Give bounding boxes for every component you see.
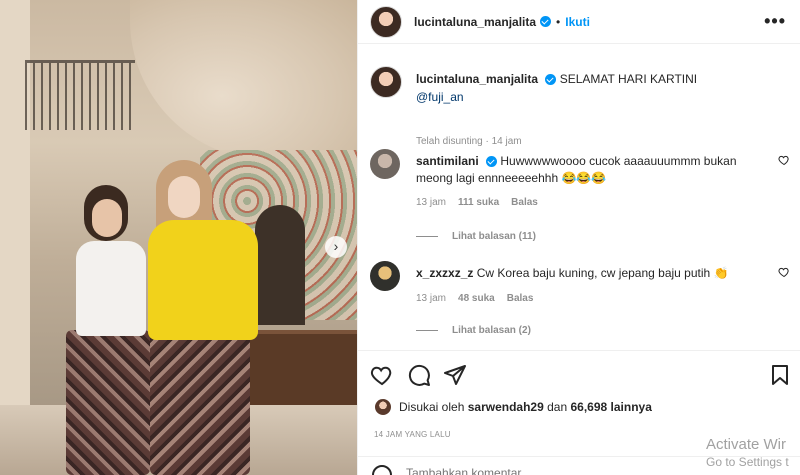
photo-person-yellow-shirt xyxy=(140,160,265,475)
view-replies-label: Lihat balasan (2) xyxy=(452,325,531,336)
liker-username[interactable]: sarwendah29 xyxy=(468,400,544,414)
post-header: lucintaluna_manjalita • Ikuti ••• xyxy=(358,0,800,44)
caption-body: SELAMAT HARI KARTINI xyxy=(559,72,698,86)
view-replies-label: Lihat balasan (11) xyxy=(452,231,536,242)
comment-text: x_zxzxz_z Cw Korea baju kuning, cw jepan… xyxy=(416,265,766,282)
comment-meta: 13 jam 48 suka Balas xyxy=(416,293,533,304)
verified-icon xyxy=(486,156,498,168)
like-heart-icon[interactable] xyxy=(370,363,394,387)
like-comment-heart-icon[interactable] xyxy=(778,154,790,166)
photo-balcony xyxy=(25,60,135,130)
caption-meta: Telah disunting · 14 jam xyxy=(416,136,522,147)
comment-meta: 13 jam 111 suka Balas xyxy=(416,197,538,208)
view-replies-link[interactable]: Lihat balasan (2) xyxy=(416,325,531,336)
activate-windows-watermark: Activate Wir Go to Settings t xyxy=(706,436,789,469)
separator-dot: • xyxy=(556,14,561,29)
next-photo-button[interactable]: › xyxy=(325,236,347,258)
comment-time: 13 jam xyxy=(416,293,447,304)
post-timestamp: 14 JAM YANG LALU xyxy=(374,430,451,439)
caption-mention[interactable]: @fuji_an xyxy=(416,90,464,104)
like-comment-heart-icon[interactable] xyxy=(778,266,790,278)
comment-likes[interactable]: 48 suka xyxy=(458,293,495,304)
replies-line xyxy=(416,236,438,237)
likes-count[interactable]: 66,698 lainnya xyxy=(570,400,651,414)
likes-summary: Disukai oleh sarwendah29 dan 66,698 lain… xyxy=(374,398,652,416)
save-bookmark-icon[interactable] xyxy=(768,363,792,387)
share-send-icon[interactable] xyxy=(443,363,467,387)
verified-icon xyxy=(545,74,557,86)
comment-bubble-icon[interactable] xyxy=(407,363,431,387)
caption-author-avatar[interactable] xyxy=(370,66,402,98)
comment-avatar[interactable] xyxy=(370,261,400,291)
likes-prefix: Disukai oleh xyxy=(399,400,465,414)
comments-list[interactable]: lucintaluna_manjalita SELAMAT HARI KARTI… xyxy=(358,45,800,350)
watermark-subtitle: Go to Settings t xyxy=(706,455,789,469)
more-options-icon[interactable]: ••• xyxy=(764,12,786,30)
post-photo[interactable]: › xyxy=(0,0,357,475)
add-comment-input[interactable] xyxy=(406,463,666,475)
comment-username[interactable]: santimilani xyxy=(416,154,479,168)
comment-text: santimilani Huwwwwwoooo cucok aaaauuummm… xyxy=(416,153,766,187)
liker-avatar[interactable] xyxy=(374,398,392,416)
comment-body: Cw Korea baju kuning, cw jepang baju put… xyxy=(476,266,729,280)
author-avatar[interactable] xyxy=(370,5,402,38)
watermark-title: Activate Wir xyxy=(706,436,787,453)
caption-author[interactable]: lucintaluna_manjalita xyxy=(416,72,538,86)
caption-text: lucintaluna_manjalita SELAMAT HARI KARTI… xyxy=(416,70,786,106)
emoji-icon[interactable] xyxy=(372,465,392,475)
likes-middle: dan xyxy=(547,400,568,414)
photo-wall-arch xyxy=(130,0,357,160)
comment-time: 13 jam xyxy=(416,197,447,208)
comment-avatar[interactable] xyxy=(370,149,400,179)
post-details-panel: lucintaluna_manjalita • Ikuti ••• lucint… xyxy=(357,0,800,475)
comment-reply-button[interactable]: Balas xyxy=(507,293,534,304)
comment-username[interactable]: x_zxzxz_z xyxy=(416,266,473,280)
replies-line xyxy=(416,330,438,331)
author-username[interactable]: lucintaluna_manjalita xyxy=(414,15,536,29)
comment-likes[interactable]: 111 suka xyxy=(458,197,499,208)
post-actions xyxy=(358,350,800,398)
comment-reply-button[interactable]: Balas xyxy=(511,197,538,208)
follow-button[interactable]: Ikuti xyxy=(565,15,590,29)
view-replies-link[interactable]: Lihat balasan (11) xyxy=(416,231,536,242)
verified-icon xyxy=(540,16,552,27)
